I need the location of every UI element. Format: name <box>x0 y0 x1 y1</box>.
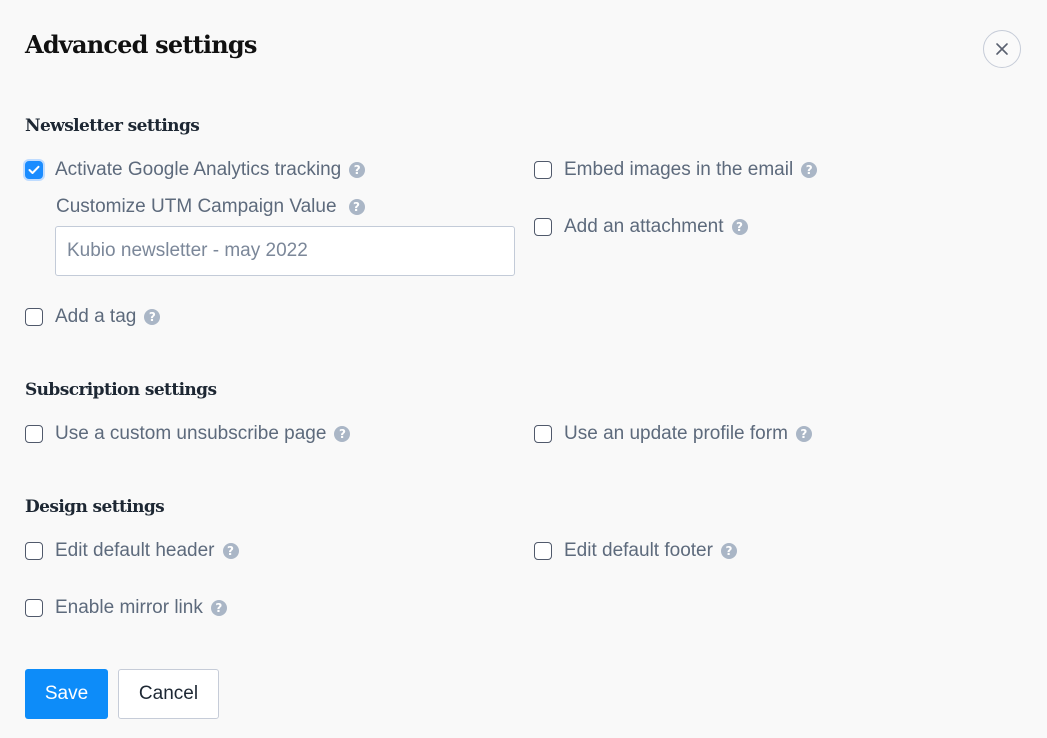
cancel-button[interactable]: Cancel <box>118 669 219 719</box>
close-button[interactable] <box>983 30 1021 68</box>
utm-campaign-label: Customize UTM Campaign Value <box>56 196 337 217</box>
embed-images-label[interactable]: Embed images in the email <box>564 159 793 181</box>
utm-campaign-input[interactable] <box>55 226 515 276</box>
add-tag-label[interactable]: Add a tag <box>55 306 136 328</box>
dialog-title: Advanced settings <box>25 30 257 59</box>
help-icon[interactable]: ? <box>210 600 227 616</box>
custom-unsubscribe-option: Use a custom unsubscribe page ? <box>25 423 351 445</box>
attachment-option: Add an attachment ? <box>534 216 748 238</box>
default-footer-checkbox[interactable] <box>534 542 552 560</box>
default-header-label[interactable]: Edit default header <box>55 540 215 562</box>
add-tag-checkbox[interactable] <box>25 308 43 326</box>
newsletter-settings-heading: Newsletter settings <box>25 116 200 136</box>
google-analytics-checkbox[interactable] <box>25 161 43 179</box>
help-icon[interactable]: ? <box>222 543 239 559</box>
help-icon[interactable]: ? <box>801 162 818 178</box>
default-footer-option: Edit default footer ? <box>534 540 737 562</box>
embed-images-option: Embed images in the email ? <box>534 159 818 181</box>
google-analytics-label[interactable]: Activate Google Analytics tracking <box>55 159 341 181</box>
default-header-checkbox[interactable] <box>25 542 43 560</box>
mirror-link-checkbox[interactable] <box>25 599 43 617</box>
attachment-checkbox[interactable] <box>534 218 552 236</box>
google-analytics-option: Activate Google Analytics tracking ? <box>25 159 366 181</box>
add-tag-option: Add a tag ? <box>25 306 161 328</box>
save-button[interactable]: Save <box>25 669 108 719</box>
custom-unsubscribe-checkbox[interactable] <box>25 425 43 443</box>
help-icon[interactable]: ? <box>348 199 365 215</box>
help-icon[interactable]: ? <box>720 543 737 559</box>
default-footer-label[interactable]: Edit default footer <box>564 540 713 562</box>
default-header-option: Edit default header ? <box>25 540 239 562</box>
subscription-settings-heading: Subscription settings <box>25 380 217 400</box>
custom-unsubscribe-label[interactable]: Use a custom unsubscribe page <box>55 423 326 445</box>
update-profile-option: Use an update profile form ? <box>534 423 812 445</box>
help-icon[interactable]: ? <box>731 219 748 235</box>
update-profile-label[interactable]: Use an update profile form <box>564 423 788 445</box>
update-profile-checkbox[interactable] <box>534 425 552 443</box>
checkmark-icon <box>28 165 40 174</box>
mirror-link-option: Enable mirror link ? <box>25 597 227 619</box>
help-icon[interactable]: ? <box>349 162 366 178</box>
embed-images-checkbox[interactable] <box>534 161 552 179</box>
design-settings-heading: Design settings <box>25 497 165 517</box>
help-icon[interactable]: ? <box>144 309 161 325</box>
attachment-label[interactable]: Add an attachment <box>564 216 724 238</box>
mirror-link-label[interactable]: Enable mirror link <box>55 597 203 619</box>
utm-campaign-label-row: Customize UTM Campaign Value ? <box>56 196 365 218</box>
close-icon <box>996 43 1008 55</box>
help-icon[interactable]: ? <box>334 426 351 442</box>
help-icon[interactable]: ? <box>795 426 812 442</box>
